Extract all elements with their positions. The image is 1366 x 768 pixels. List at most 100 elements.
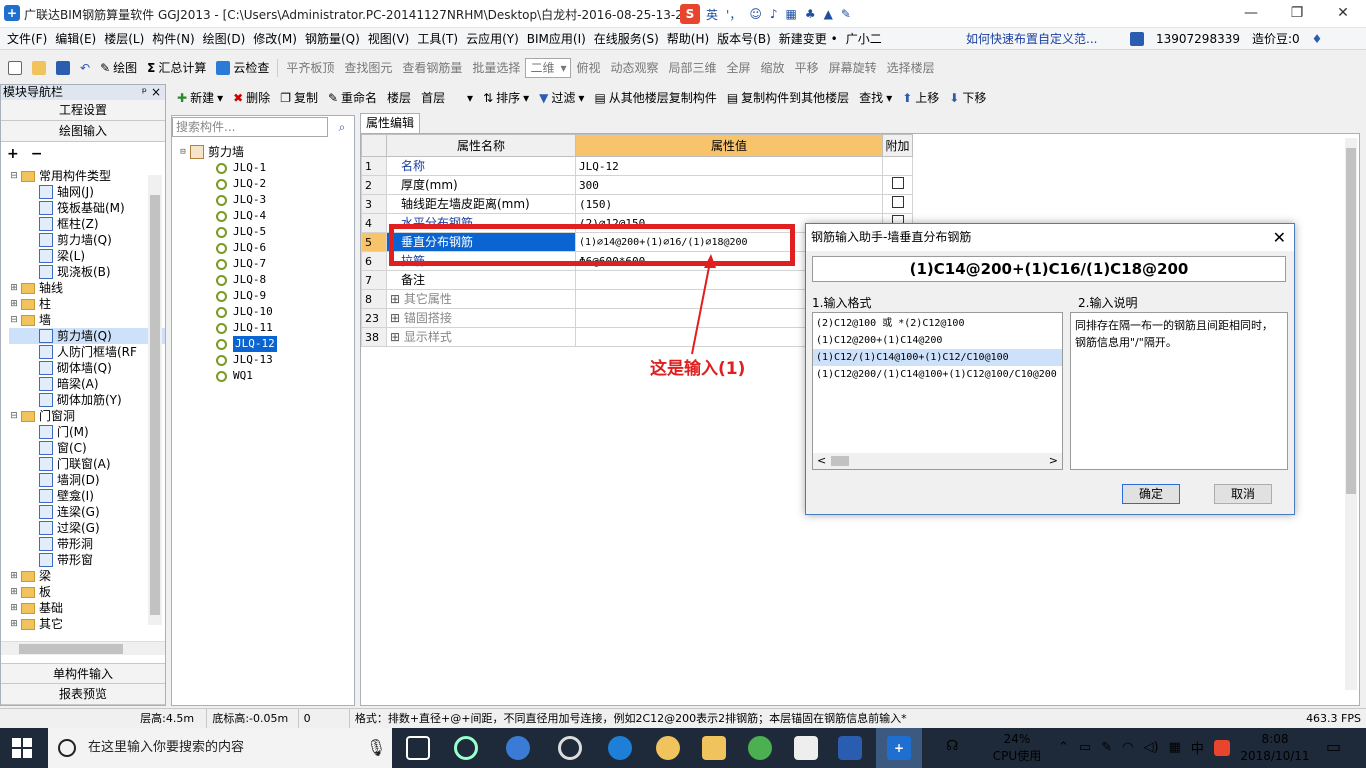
property-vertical-scrollbar[interactable] xyxy=(1345,138,1357,690)
expand-toggle-icon[interactable]: ⊟ xyxy=(9,315,19,325)
component-item[interactable]: JLQ-3 xyxy=(178,192,277,208)
dynamic-view-button[interactable]: 动态观察 xyxy=(606,57,664,79)
scrollbar-thumb[interactable] xyxy=(150,195,160,615)
sogou-ime-icon[interactable]: S xyxy=(680,4,700,24)
nav-tree-item[interactable]: 带形洞 xyxy=(9,536,165,552)
extra-checkbox[interactable] xyxy=(891,195,904,208)
component-item[interactable]: JLQ-2 xyxy=(178,176,277,192)
component-item[interactable]: JLQ-9 xyxy=(178,288,277,304)
component-item[interactable]: JLQ-5 xyxy=(178,224,277,240)
draw-button[interactable]: ✎ 绘图 xyxy=(95,57,142,79)
mail-icon[interactable] xyxy=(794,736,818,760)
component-item[interactable]: JLQ-1 xyxy=(178,160,277,176)
nav-tree-folder[interactable]: ⊞ 柱 xyxy=(9,296,165,312)
component-item[interactable]: JLQ-8 xyxy=(178,272,277,288)
menu-tools[interactable]: 工具(T) xyxy=(413,28,462,50)
nav-tree-item[interactable]: 砌体墙(Q) xyxy=(9,360,165,376)
component-item[interactable]: JLQ-7 xyxy=(178,256,277,272)
nav-tree-item[interactable]: 连梁(G) xyxy=(9,504,165,520)
menu-rebar[interactable]: 钢筋量(Q) xyxy=(301,28,364,50)
expand-all-icon[interactable]: + xyxy=(7,146,19,162)
new-file-icon[interactable] xyxy=(3,61,27,75)
report-preview-button[interactable]: 报表预览 xyxy=(1,684,165,705)
menu-version[interactable]: 版本号(B) xyxy=(713,28,775,50)
pan-button[interactable]: 平移 xyxy=(790,57,824,79)
scrollbar-thumb[interactable] xyxy=(831,456,849,466)
active-app-tab[interactable]: + xyxy=(876,728,922,768)
format-item[interactable]: (2)C12@100 或 *(2)C12@100 xyxy=(813,315,1062,332)
single-component-input-button[interactable]: 单构件输入 xyxy=(1,663,165,684)
people-icon[interactable]: ☊ xyxy=(946,738,958,754)
menu-component[interactable]: 构件(N) xyxy=(148,28,198,50)
expand-toggle-icon[interactable]: ⊞ xyxy=(9,571,19,581)
horizontal-scrollbar[interactable] xyxy=(1,641,165,655)
app-circle-icon[interactable] xyxy=(558,736,582,760)
mic-icon[interactable]: ♪ xyxy=(768,7,780,21)
expand-toggle-icon[interactable]: ⊞ xyxy=(9,619,19,629)
scrollbar-thumb[interactable] xyxy=(19,644,123,654)
nav-tree-folder[interactable]: ⊞ 基础 xyxy=(9,600,165,616)
view-rebar-button[interactable]: 查看钢筋量 xyxy=(397,57,467,79)
batch-select-button[interactable]: 批量选择 xyxy=(467,57,525,79)
find-button[interactable]: 查找 ▾ xyxy=(854,87,897,109)
pin-icon[interactable]: ᵖ xyxy=(142,85,147,100)
find-element-button[interactable]: 查找图元 xyxy=(339,57,397,79)
component-item[interactable]: JLQ-4 xyxy=(178,208,277,224)
menu-online[interactable]: 在线服务(S) xyxy=(590,28,663,50)
component-item[interactable]: JLQ-6 xyxy=(178,240,277,256)
format-item[interactable]: (1)C12/(1)C14@100+(1)C12/C10@100 xyxy=(813,349,1062,366)
nav-tree-item[interactable]: 壁龛(I) xyxy=(9,488,165,504)
expand-toggle-icon[interactable]: ⊞ xyxy=(9,603,19,613)
nav-tree-item[interactable]: 砌体加筋(Y) xyxy=(9,392,165,408)
move-down-button[interactable]: ⬇ 下移 xyxy=(944,87,991,109)
property-value-cell[interactable]: 300 xyxy=(575,175,883,195)
dialog-close-icon[interactable]: ✕ xyxy=(1273,224,1286,251)
sum-calc-button[interactable]: Σ 汇总计算 xyxy=(142,57,211,79)
ime-tools-icon[interactable]: ✎ xyxy=(839,7,853,21)
bell-icon[interactable]: ♦ xyxy=(1312,28,1323,50)
close-button[interactable]: ✕ xyxy=(1320,0,1366,28)
fullscreen-button[interactable]: 全屏 xyxy=(722,57,756,79)
glodon-g-icon[interactable] xyxy=(838,736,862,760)
expand-plus-icon[interactable]: ⊞ xyxy=(390,311,404,325)
ie-browser-icon[interactable] xyxy=(506,736,530,760)
ime-mode-indicator[interactable]: 中 xyxy=(1191,738,1204,757)
windows-start-icon[interactable] xyxy=(12,738,32,758)
menu-new-change[interactable]: 新建变更 • xyxy=(775,28,842,50)
menu-help[interactable]: 帮助(H) xyxy=(663,28,713,50)
copy-from-other-floor-button[interactable]: ▤ 从其他楼层复制构件 xyxy=(589,87,721,109)
ime-lang-toggle[interactable]: 英 xyxy=(704,6,720,23)
undo-icon[interactable]: ↶ xyxy=(75,57,95,79)
microphone-icon[interactable]: 🎙 xyxy=(366,738,386,757)
rebar-expression-field[interactable]: (1)C14@200+(1)C16/(1)C18@200 xyxy=(812,256,1286,282)
sort-button[interactable]: ⇅ 排序 ▾ xyxy=(478,87,534,109)
rename-component-button[interactable]: ✎ 重命名 xyxy=(323,87,382,109)
move-up-button[interactable]: ⬆ 上移 xyxy=(897,87,944,109)
menu-draw[interactable]: 绘图(D) xyxy=(199,28,250,50)
nav-tree-folder[interactable]: ⊞ 板 xyxy=(9,584,165,600)
ime-punct-toggle[interactable]: '， xyxy=(724,6,743,23)
copy-component-button[interactable]: ❐ 复制 xyxy=(275,87,323,109)
expand-toggle-icon[interactable]: ⊞ xyxy=(9,283,19,293)
floor-select[interactable]: 首层 ▾ xyxy=(416,87,478,109)
menu-bim[interactable]: BIM应用(I) xyxy=(523,28,590,50)
nav-tree-folder[interactable]: ⊞ 轴线 xyxy=(9,280,165,296)
touch-keyboard-icon[interactable]: ▦ xyxy=(1169,740,1181,755)
expand-plus-icon[interactable]: ⊞ xyxy=(390,292,404,306)
property-row[interactable]: 3 轴线距左墙皮距离(mm) (150) xyxy=(361,194,913,214)
component-item[interactable]: JLQ-12 xyxy=(178,336,277,352)
notification-icon[interactable]: ▭ xyxy=(1326,737,1341,756)
delete-component-button[interactable]: ✖ 删除 xyxy=(228,87,275,109)
expand-toggle-icon[interactable]: ⊞ xyxy=(9,299,19,309)
component-item[interactable]: JLQ-11 xyxy=(178,320,277,336)
tab-property-edit[interactable]: 属性编辑 xyxy=(360,113,420,133)
view-mode-select[interactable]: 二维 ▾ xyxy=(525,58,572,78)
nav-tree-item[interactable]: 窗(C) xyxy=(9,440,165,456)
clock[interactable]: 8:08 2018/10/11 xyxy=(1240,731,1310,765)
menu-file[interactable]: 文件(F) xyxy=(3,28,51,50)
select-floor-button[interactable]: 选择楼层 xyxy=(882,57,940,79)
property-row[interactable]: 2 厚度(mm) 300 xyxy=(361,175,913,195)
taskbar-search-input[interactable]: 在这里输入你要搜索的内容 xyxy=(48,728,392,768)
expand-toggle-icon[interactable]: ⊟ xyxy=(9,411,19,421)
nav-tree-item[interactable]: 剪力墙(Q) xyxy=(9,328,165,344)
